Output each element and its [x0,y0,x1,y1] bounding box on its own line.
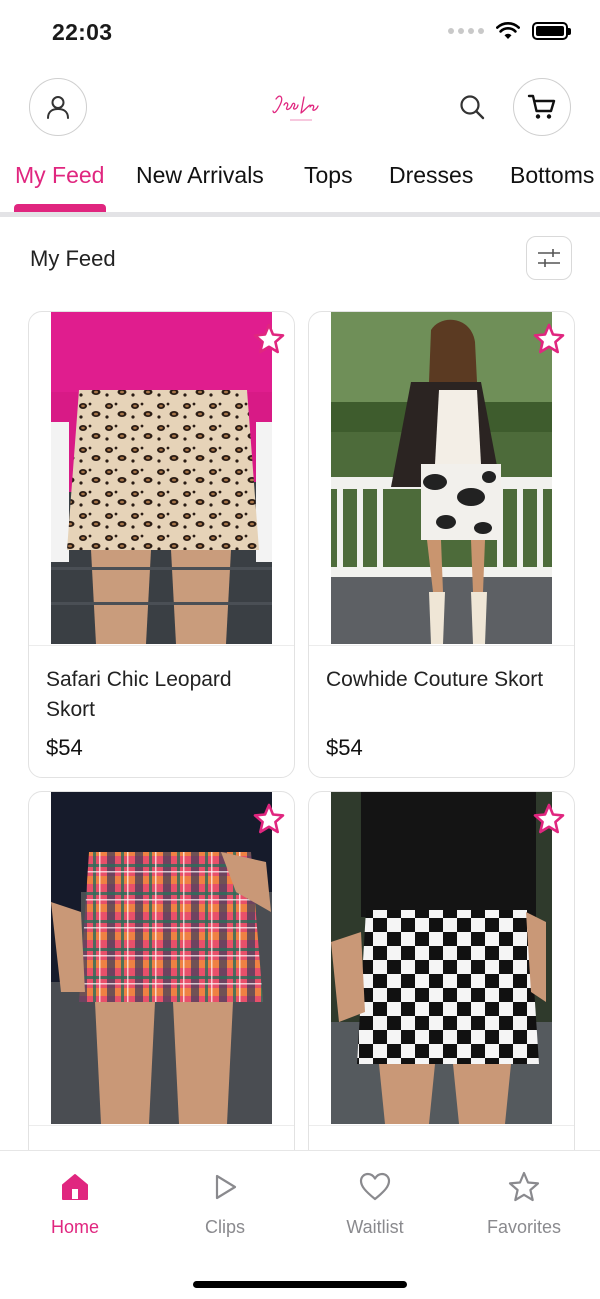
favorite-star-icon[interactable] [252,322,286,356]
product-image[interactable] [51,312,272,644]
product-name[interactable]: Safari Chic Leopard Skort [46,665,276,725]
category-tabs: My Feed New Arrivals Tops Dresses Bottom… [0,160,600,216]
heart-icon [359,1172,391,1201]
product-price: $54 [46,735,83,760]
signal-icon [448,28,484,34]
search-button[interactable] [455,90,489,124]
home-icon [62,1174,88,1200]
nav-home-label: Home [50,1217,99,1237]
product-card[interactable] [308,791,575,1191]
cart-button[interactable] [513,78,571,136]
nav-waitlist[interactable]: Waitlist [315,1169,435,1238]
tab-dresses[interactable]: Dresses [389,162,473,189]
product-image[interactable] [331,792,552,1124]
cart-icon [527,94,556,119]
section-title: My Feed [30,246,116,271]
app-header [0,78,600,138]
home-indicator [193,1281,407,1288]
status-icons [448,22,571,40]
product-card[interactable]: Cowhide Couture Skort $54 [308,311,575,778]
product-image[interactable] [51,792,272,1124]
tabs-divider [0,212,600,217]
favorite-star-icon[interactable] [532,322,566,356]
play-icon [215,1174,237,1200]
product-card[interactable]: Safari Chic Leopard Skort $54 [28,311,295,778]
sliders-icon [538,249,560,267]
active-tab-indicator [14,204,106,212]
bottom-nav: Home Clips Waitlist Favorites [0,1150,600,1299]
product-image[interactable] [331,312,552,644]
filter-button[interactable] [526,236,572,280]
nav-waitlist-label: Waitlist [346,1217,404,1237]
battery-icon [532,22,571,40]
brand-logo[interactable] [250,88,350,128]
tab-new-arrivals[interactable]: New Arrivals [136,162,264,189]
nav-home[interactable]: Home [15,1169,135,1238]
person-icon [47,96,69,119]
nav-clips-label: Clips [204,1217,245,1237]
tab-my-feed[interactable]: My Feed [15,162,104,189]
product-price: $54 [326,735,363,760]
star-icon [508,1171,540,1202]
tab-bottoms[interactable]: Bottoms [510,162,594,189]
product-card[interactable] [28,791,295,1191]
favorite-star-icon[interactable] [532,802,566,836]
status-time: 22:03 [52,19,113,45]
nav-favorites-label: Favorites [486,1217,562,1237]
account-button[interactable] [29,78,87,136]
status-bar: 22:03 [0,0,600,66]
tab-tops[interactable]: Tops [304,162,353,189]
nav-clips[interactable]: Clips [165,1169,285,1238]
nav-favorites[interactable]: Favorites [464,1169,584,1238]
search-icon [460,95,485,120]
wifi-icon [496,22,520,39]
product-name[interactable]: Cowhide Couture Skort [326,665,556,695]
favorite-star-icon[interactable] [252,802,286,836]
